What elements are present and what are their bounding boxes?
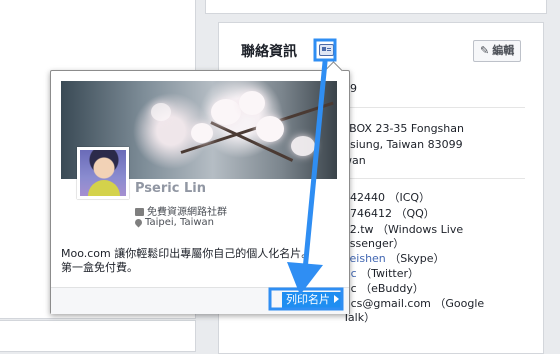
profile-location: Taipei, Taiwan xyxy=(133,217,214,228)
contact-line-skype: veishen （Skype） xyxy=(343,252,445,266)
profile-name[interactable]: Pseric Lin xyxy=(135,181,206,196)
print-card-label: 列印名片 xyxy=(286,293,330,306)
edit-button[interactable]: ✎ 編輯 xyxy=(473,40,522,62)
print-card-button[interactable]: 列印名片 xyxy=(282,292,343,308)
briefcase-icon xyxy=(135,208,144,216)
profile-hovercard: Pseric Lin 免費資源網路社群 Taipei, Taiwan Moo.c… xyxy=(50,61,350,314)
hovercard-footer: 列印名片 xyxy=(51,287,349,314)
avatar[interactable] xyxy=(77,147,129,199)
promo-line: Moo.com 讓你輕鬆印出專屬你自己的個人化名片。 xyxy=(61,247,313,260)
contact-line: rics@gmail.com （Google xyxy=(343,297,485,310)
contact-line: ric （eBuddy） xyxy=(343,282,424,295)
contact-line: 0746412 （QQ） xyxy=(343,207,435,220)
location-text: Taipei, Taiwan xyxy=(145,217,214,228)
contact-line: essenger） xyxy=(343,237,405,250)
contact-line: hsiung, Taiwan 83099 xyxy=(343,138,463,151)
profile-workplace: 免費資源網路社群 xyxy=(135,203,227,218)
contact-line: LBOX 23-35 Fongshan xyxy=(343,122,464,135)
contact-info-title: 聯絡資訊 xyxy=(241,44,297,60)
contact-line: o2.tw （Windows Live xyxy=(343,223,464,236)
contact-line-suffix: （Skype） xyxy=(389,252,445,265)
contact-card-icon[interactable] xyxy=(319,44,334,56)
contact-line-suffix: （Twitter） xyxy=(360,267,420,280)
edit-button-label: 編輯 xyxy=(492,44,515,57)
location-pin-icon xyxy=(133,217,144,228)
contact-line-twitter: ric （Twitter） xyxy=(343,267,419,281)
promo-line: 第一盒免付費。 xyxy=(61,261,138,274)
top-panel-edge xyxy=(205,0,547,14)
left-column-panel-bottom xyxy=(0,320,196,352)
contact-line: 342440 （ICQ） xyxy=(343,191,431,204)
promo-description: Moo.com 讓你輕鬆印出專屬你自己的個人化名片。 第一盒免付費。 xyxy=(61,247,341,275)
pencil-icon: ✎ xyxy=(480,44,490,57)
triangle-right-icon xyxy=(334,295,339,303)
